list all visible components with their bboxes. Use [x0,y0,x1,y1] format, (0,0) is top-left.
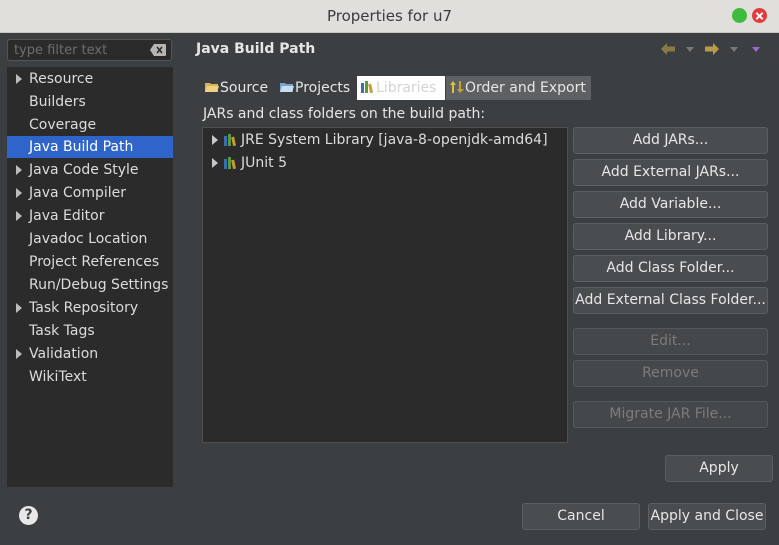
view-menu-icon[interactable] [752,47,760,52]
expand-arrow-icon[interactable] [16,188,22,198]
expand-arrow-icon[interactable] [212,158,218,168]
library-tree[interactable]: JRE System Library [java-8-openjdk-amd64… [202,127,568,443]
forward-arrow-icon[interactable] [705,43,719,55]
tab-projects[interactable]: Projects [276,76,356,100]
nav-item-javadoc-location[interactable]: Javadoc Location [7,228,173,250]
tree-row-junit5[interactable]: JUnit 5 [203,152,567,174]
nav-item-builders[interactable]: Builders [7,91,173,113]
tab-source[interactable]: Source [201,76,275,100]
close-button[interactable] [752,8,767,23]
tree-row-jre-system-library[interactable]: JRE System Library [java-8-openjdk-amd64… [203,129,567,151]
add-class-folder-button[interactable]: Add Class Folder... [573,255,768,282]
nav-item-java-build-path[interactable]: Java Build Path [7,136,173,158]
cancel-button[interactable]: Cancel [522,503,640,530]
library-icon [224,157,236,169]
clear-filter-icon[interactable] [150,44,166,56]
add-jars-button[interactable]: Add JARs... [573,127,768,154]
expand-arrow-icon[interactable] [16,303,22,313]
expand-arrow-icon[interactable] [212,135,218,145]
source-folder-icon [205,83,219,92]
nav-item-task-repository[interactable]: Task Repository [7,297,173,319]
apply-and-close-button[interactable]: Apply and Close [648,503,766,530]
add-external-class-folder-button[interactable]: Add External Class Folder... [573,287,768,314]
edit-button[interactable]: Edit... [573,328,768,355]
nav-item-wikitext[interactable]: WikiText [7,366,173,388]
window-titlebar: Properties for u7 [0,0,779,33]
nav-item-validation[interactable]: Validation [7,343,173,365]
back-arrow-icon[interactable] [661,43,675,55]
help-icon[interactable]: ? [19,506,38,525]
build-path-label: JARs and class folders on the build path… [203,106,486,122]
window-title: Properties for u7 [326,7,453,25]
maximize-button[interactable] [732,8,747,23]
add-external-jars-button[interactable]: Add External JARs... [573,159,768,186]
migrate-jar-button[interactable]: Migrate JAR File... [573,401,768,428]
forward-menu-chevron-icon[interactable] [730,47,738,52]
apply-button[interactable]: Apply [665,455,773,482]
nav-item-project-references[interactable]: Project References [7,251,173,273]
page-title: Java Build Path [196,41,316,57]
expand-arrow-icon[interactable] [16,211,22,221]
filter-input[interactable] [14,41,144,59]
nav-item-java-editor[interactable]: Java Editor [7,205,173,227]
nav-item-java-code-style[interactable]: Java Code Style [7,159,173,181]
library-icon [224,134,236,146]
tab-libraries[interactable]: Libraries [357,76,445,100]
remove-button[interactable]: Remove [573,360,768,387]
nav-item-run-debug-settings[interactable]: Run/Debug Settings [7,274,173,296]
order-export-icon [450,81,464,93]
expand-arrow-icon[interactable] [16,349,22,359]
tab-order-and-export[interactable]: Order and Export [446,76,591,100]
libraries-icon [361,81,373,93]
projects-icon [280,83,294,92]
nav-item-task-tags[interactable]: Task Tags [7,320,173,342]
expand-arrow-icon[interactable] [16,165,22,175]
add-library-button[interactable]: Add Library... [573,223,768,250]
nav-item-resource[interactable]: Resource [7,68,173,90]
add-variable-button[interactable]: Add Variable... [573,191,768,218]
properties-nav-tree: Resource Builders Coverage Java Build Pa… [7,67,173,487]
expand-arrow-icon[interactable] [16,74,22,84]
nav-item-java-compiler[interactable]: Java Compiler [7,182,173,204]
nav-item-coverage[interactable]: Coverage [7,114,173,136]
filter-box [7,39,172,61]
back-menu-chevron-icon[interactable] [686,47,694,52]
